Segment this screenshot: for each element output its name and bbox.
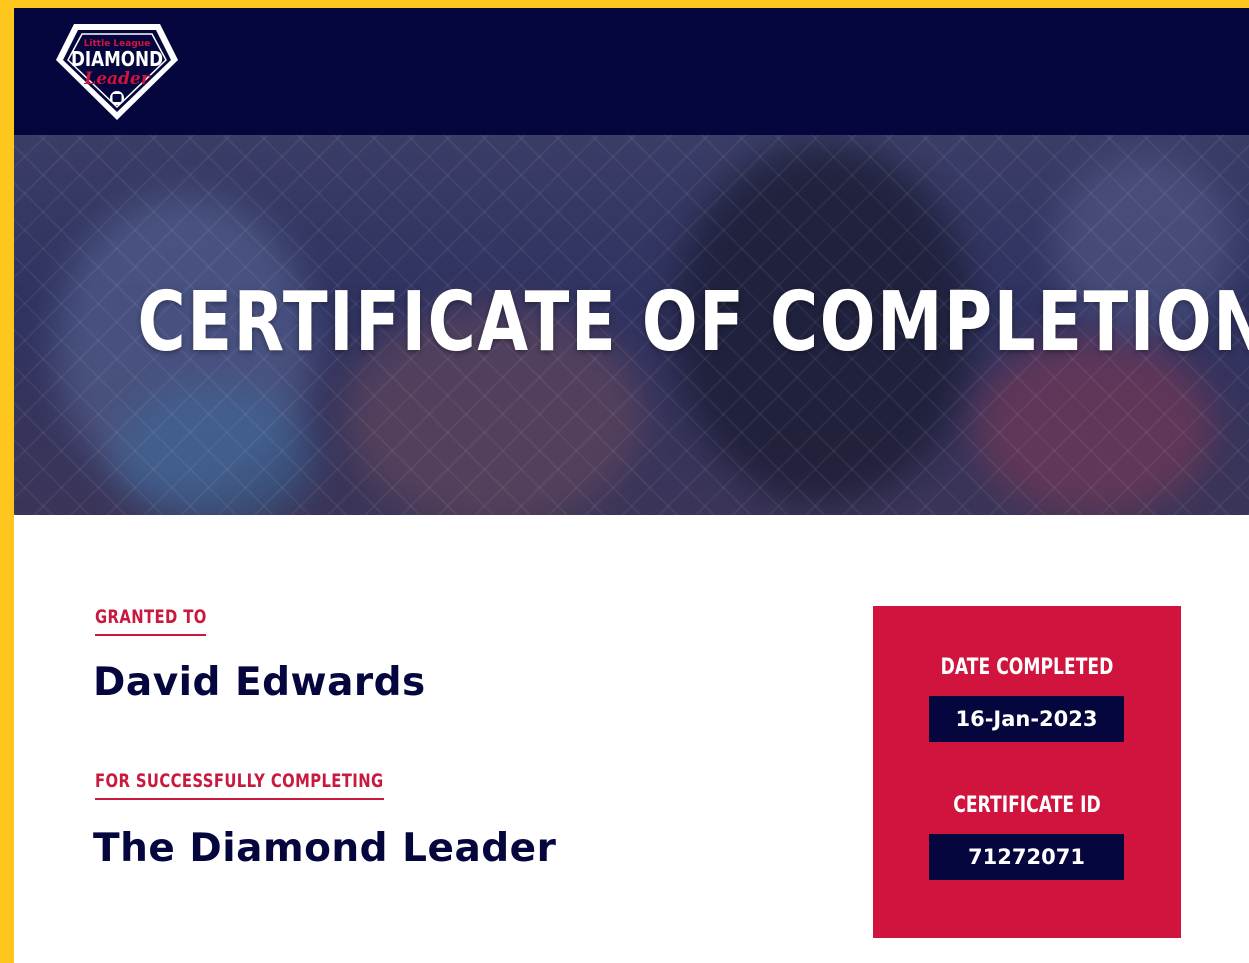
date-completed-value: 16-Jan-2023 <box>929 696 1124 742</box>
diamond-leader-logo: Little League DIAMOND Leader <box>54 18 180 122</box>
hero-banner: CERTIFICATE OF COMPLETION <box>14 135 1249 515</box>
completing-underline <box>95 798 384 800</box>
completing-label: FOR SUCCESSFULLY COMPLETING <box>95 770 384 792</box>
granted-to-underline <box>95 634 206 636</box>
header-bar: Little League DIAMOND Leader <box>14 8 1249 135</box>
date-completed-label: DATE COMPLETED <box>940 655 1114 680</box>
diamond-shield-icon: Little League DIAMOND Leader <box>56 24 178 120</box>
svg-text:DIAMOND: DIAMOND <box>71 47 163 71</box>
certificate-title: CERTIFICATE OF COMPLETION <box>137 275 1249 370</box>
certificate-id-value: 71272071 <box>929 834 1124 880</box>
certificate-id-label: CERTIFICATE ID <box>953 793 1101 818</box>
course-name: The Diamond Leader <box>93 826 557 871</box>
svg-text:Leader: Leader <box>83 69 150 89</box>
recipient-name: David Edwards <box>93 660 426 705</box>
granted-to-label: GRANTED TO <box>95 606 207 628</box>
details-panel: DATE COMPLETED 16-Jan-2023 CERTIFICATE I… <box>873 606 1181 938</box>
certificate-page: Little League DIAMOND Leader CERTIFICATE… <box>14 8 1249 963</box>
